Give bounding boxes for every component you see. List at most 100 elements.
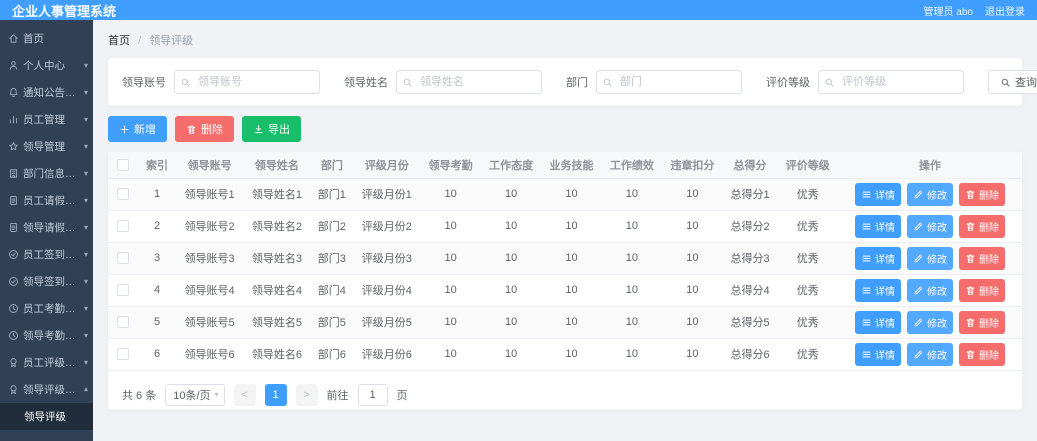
- trash-icon: [186, 124, 197, 135]
- table-cell: 总得分6: [722, 338, 778, 371]
- sidebar-item[interactable]: 部门信息管理 ▾: [0, 160, 93, 187]
- leader-name-input[interactable]: [396, 70, 542, 94]
- sidebar-item-label: 员工评级管理: [23, 357, 80, 369]
- sidebar-item[interactable]: 员工评级管理 ▾: [0, 349, 93, 376]
- delete-button[interactable]: 删除: [959, 182, 1005, 206]
- doc-icon: [8, 195, 19, 206]
- row-checkbox[interactable]: [117, 284, 129, 297]
- table-cell: 领导姓名2: [243, 210, 311, 243]
- edit-button[interactable]: 修改: [907, 214, 953, 238]
- table-cell: 1: [138, 178, 176, 211]
- sidebar-item[interactable]: 员工考勤管理 ▾: [0, 295, 93, 322]
- sidebar-item-label: 领导签到管理: [23, 276, 80, 288]
- edit-button[interactable]: 修改: [907, 246, 953, 270]
- chevron-down-icon: ▾: [83, 169, 88, 178]
- detail-button[interactable]: 详情: [855, 246, 901, 270]
- pagination-total: 共 6 条: [122, 389, 157, 402]
- delete-button[interactable]: 删除: [959, 246, 1005, 270]
- edit-button[interactable]: 修改: [907, 182, 953, 206]
- sidebar-item[interactable]: 首页: [0, 25, 93, 52]
- table-header-cell: 索引: [138, 152, 176, 179]
- goto-page-input[interactable]: [357, 383, 388, 406]
- pencil-icon: [913, 221, 924, 232]
- sidebar-item[interactable]: 通知公告管理 ▾: [0, 79, 93, 106]
- sidebar-item[interactable]: 领导管理 ▾: [0, 133, 93, 160]
- leader-account-input[interactable]: [174, 70, 320, 94]
- table-header-cell: 工作态度: [480, 152, 542, 179]
- sidebar-item[interactable]: 领导签到管理 ▾: [0, 268, 93, 295]
- add-button[interactable]: 新增: [108, 116, 167, 142]
- sidebar-item-label: 领导评级: [24, 411, 66, 423]
- sidebar: 首页 个人中心 ▾ 通知公告管理 ▾ 员工管理 ▾ 领导管理 ▾ 部门信息管理 ▾ 员工请假管理 ▾ 领导…: [0, 20, 93, 441]
- table-cell: 10: [601, 274, 663, 307]
- table-cell: 部门6: [310, 338, 354, 371]
- table-cell: 10: [662, 210, 723, 243]
- select-all-checkbox[interactable]: [117, 158, 129, 171]
- sidebar-item[interactable]: 领导评级管理 ▾: [0, 376, 93, 403]
- detail-button[interactable]: 详情: [855, 278, 901, 302]
- breadcrumb-home[interactable]: 首页: [108, 35, 130, 47]
- row-actions-cell: 详情 修改 删除: [838, 274, 1022, 307]
- sidebar-item[interactable]: 个人中心 ▾: [0, 52, 93, 79]
- delete-button[interactable]: 删除: [959, 342, 1005, 366]
- sidebar-item[interactable]: 员工管理 ▾: [0, 106, 93, 133]
- sidebar-item[interactable]: 领导评级: [0, 403, 93, 430]
- row-checkbox[interactable]: [117, 316, 129, 329]
- check-circle-icon: [8, 249, 19, 260]
- table-cell: 4: [138, 274, 176, 307]
- table-row: 6 领导账号6 领导姓名6 部门6 评级月份6 10 10 10 10 10 总得分6 优秀 详情 修改删…: [108, 338, 1022, 371]
- table-cell: 10: [480, 338, 542, 371]
- search-button[interactable]: 查询: [988, 70, 1037, 94]
- chevron-down-icon: ▾: [214, 390, 219, 399]
- delete-button[interactable]: 删除: [959, 214, 1005, 238]
- export-button[interactable]: 导出: [242, 116, 301, 142]
- row-checkbox[interactable]: [117, 220, 129, 233]
- edit-button[interactable]: 修改: [907, 278, 953, 302]
- clock-icon: [8, 330, 19, 341]
- prev-page-button[interactable]: <: [233, 383, 256, 406]
- sidebar-item[interactable]: 员工请假管理 ▾: [0, 187, 93, 214]
- sidebar-item[interactable]: 领导考勤管理 ▾: [0, 322, 93, 349]
- sidebar-item-label: 部门信息管理: [23, 168, 80, 180]
- edit-button[interactable]: 修改: [907, 342, 953, 366]
- trash-icon: [965, 253, 976, 264]
- edit-button[interactable]: 修改: [907, 310, 953, 334]
- trash-icon: [965, 221, 976, 232]
- table-cell: 10: [480, 306, 542, 339]
- table-cell: 领导账号5: [176, 306, 244, 339]
- sidebar-item[interactable]: 领导请假管理 ▾: [0, 214, 93, 241]
- table-cell: 3: [138, 242, 176, 275]
- list-icon: [861, 221, 872, 232]
- app-title: 企业人事管理系统: [12, 3, 117, 19]
- row-actions-cell: 详情 修改 删除: [838, 242, 1022, 275]
- page-size-select[interactable]: 10条/页 ▾: [165, 383, 225, 406]
- chevron-down-icon: ▾: [83, 358, 88, 367]
- bell-icon: [8, 87, 19, 98]
- page-number-button[interactable]: 1: [264, 383, 287, 406]
- table-cell: 总得分1: [722, 178, 778, 211]
- table-cell: 部门5: [310, 306, 354, 339]
- row-checkbox[interactable]: [117, 348, 129, 361]
- detail-button[interactable]: 详情: [855, 310, 901, 334]
- batch-delete-button[interactable]: 删除: [175, 116, 234, 142]
- table-cell: 10: [541, 338, 602, 371]
- row-checkbox[interactable]: [117, 188, 129, 201]
- home-icon: [8, 33, 19, 44]
- next-page-button[interactable]: >: [295, 383, 318, 406]
- pencil-icon: [913, 253, 924, 264]
- detail-button[interactable]: 详情: [855, 214, 901, 238]
- badge-icon: [8, 357, 19, 368]
- row-checkbox[interactable]: [117, 252, 129, 265]
- detail-button[interactable]: 详情: [855, 182, 901, 206]
- department-input[interactable]: [596, 70, 742, 94]
- filter-department: 部门: [566, 70, 742, 94]
- breadcrumb-separator: /: [138, 35, 142, 47]
- rating-level-input[interactable]: [818, 70, 964, 94]
- detail-button[interactable]: 详情: [855, 342, 901, 366]
- logout-link[interactable]: 退出登录: [985, 3, 1025, 18]
- delete-button[interactable]: 删除: [959, 310, 1005, 334]
- sidebar-item[interactable]: 员工签到管理 ▾: [0, 241, 93, 268]
- sidebar-item-label: 员工管理: [23, 114, 65, 126]
- table-cell: 10: [420, 338, 481, 371]
- delete-button[interactable]: 删除: [959, 278, 1005, 302]
